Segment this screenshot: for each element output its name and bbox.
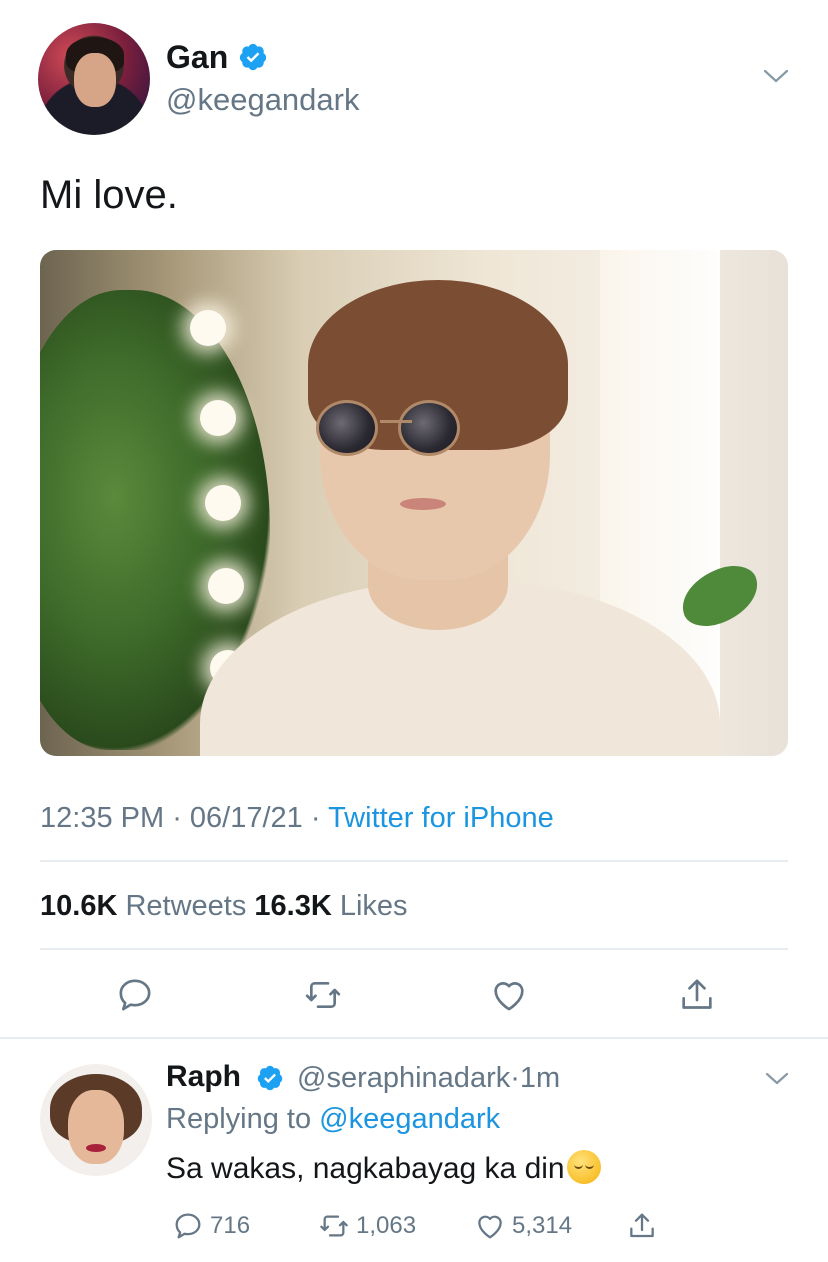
reply-author-name[interactable]: Raph: [166, 1060, 241, 1094]
reply-tweet[interactable]: Raph @seraphinadark·1m Replying to @keeg…: [0, 1040, 828, 1262]
divider: [40, 948, 788, 950]
likes-label: Likes: [339, 890, 408, 922]
reply-icon[interactable]: [172, 1210, 204, 1242]
author-name[interactable]: Gan: [166, 39, 228, 76]
retweets-label: Retweets: [125, 890, 247, 922]
retweet-action[interactable]: 1,063: [318, 1208, 416, 1244]
like-icon[interactable]: [489, 975, 529, 1015]
reply-time: ·1m: [510, 1062, 561, 1094]
verified-badge-icon: [257, 1065, 283, 1091]
main-tweet: Gan @keegandark Mi love. 12:35 PM · 06/1…: [0, 0, 828, 1038]
meta-separator: ·: [164, 802, 190, 834]
like-count: 5,314: [512, 1212, 573, 1239]
engagement-stats: 10.6K Retweets 16.3K Likes: [40, 890, 408, 923]
like-action[interactable]: 5,314: [474, 1208, 572, 1244]
replying-to-mention[interactable]: @keegandark: [319, 1103, 500, 1135]
meta-separator: ·: [302, 802, 329, 834]
reply-author-handle[interactable]: @seraphinadark: [297, 1062, 510, 1094]
retweets-stat[interactable]: 10.6K Retweets: [40, 890, 246, 922]
share-icon[interactable]: [677, 975, 717, 1015]
divider: [40, 860, 788, 862]
tweet-source-link[interactable]: Twitter for iPhone: [328, 802, 554, 834]
verified-badge-icon: [239, 43, 267, 71]
reply-author-avatar[interactable]: [40, 1064, 152, 1176]
tweet-time: 12:35 PM: [40, 802, 165, 834]
retweet-icon[interactable]: [318, 1210, 350, 1242]
retweet-count: 1,063: [356, 1212, 417, 1239]
divider: [0, 1037, 828, 1039]
reply-text: Sa wakas, nagkabayag ka din: [166, 1150, 601, 1186]
tweet-date: 06/17/21: [189, 802, 303, 834]
like-icon[interactable]: [474, 1210, 506, 1242]
chevron-down-icon[interactable]: [762, 66, 790, 86]
likes-count: 16.3K: [254, 890, 332, 922]
replying-to-label: Replying to: [166, 1103, 320, 1135]
reply-text-content: Sa wakas, nagkabayag ka din: [166, 1152, 565, 1185]
reply-count: 716: [210, 1212, 251, 1239]
tweet-text: Mi love.: [40, 173, 178, 217]
reply-icon[interactable]: [115, 975, 155, 1015]
likes-stat[interactable]: 16.3K Likes: [254, 890, 407, 922]
tweet-timestamp: 12:35 PM · 06/17/21 · Twitter for iPhone: [40, 802, 554, 835]
author-handle[interactable]: @keegandark: [166, 82, 359, 118]
author-avatar[interactable]: [38, 23, 150, 135]
chevron-down-icon[interactable]: [764, 1070, 790, 1088]
reply-handle-time: @seraphinadark·1m: [297, 1062, 560, 1095]
retweets-count: 10.6K: [40, 890, 118, 922]
share-action[interactable]: [626, 1208, 658, 1244]
share-icon[interactable]: [626, 1210, 658, 1242]
relieved-face-emoji-icon: [566, 1150, 601, 1184]
replying-to: Replying to @keegandark: [166, 1103, 500, 1136]
tweet-photo[interactable]: [40, 250, 788, 756]
retweet-icon[interactable]: [303, 975, 343, 1015]
reply-action[interactable]: 716: [172, 1208, 250, 1244]
